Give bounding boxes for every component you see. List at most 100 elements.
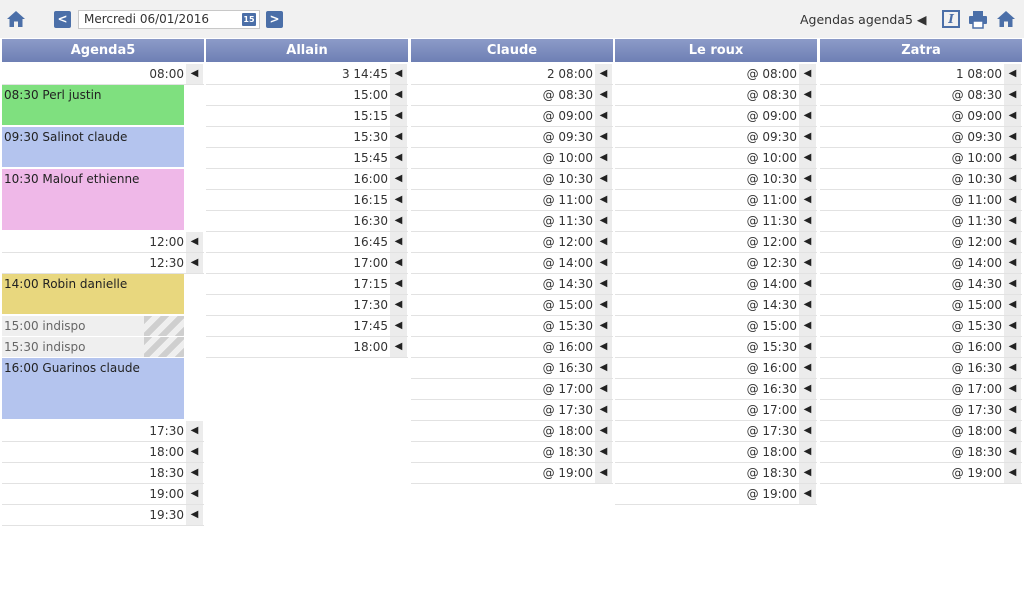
time-slot[interactable]: @ 18:00 ◀ [820, 421, 1022, 442]
slot-arrow-icon[interactable]: ◀ [390, 316, 407, 336]
slot-arrow-icon[interactable]: ◀ [390, 211, 407, 231]
slot-arrow-icon[interactable]: ◀ [799, 337, 816, 357]
slot-time[interactable]: 19:30 [149, 508, 184, 522]
time-slot[interactable]: @ 08:30 ◀ [411, 85, 613, 106]
slot-time[interactable]: @ 09:30 [952, 130, 1002, 144]
slot-arrow-icon[interactable]: ◀ [595, 148, 612, 168]
slot-arrow-icon[interactable]: ◀ [1004, 211, 1021, 231]
slot-time[interactable]: @ 11:00 [543, 193, 593, 207]
slot-time[interactable]: @ 10:30 [543, 172, 593, 186]
slot-time[interactable]: @ 17:00 [543, 382, 593, 396]
slot-time[interactable]: @ 15:30 [543, 319, 593, 333]
time-slot[interactable]: @ 11:30 ◀ [820, 211, 1022, 232]
slot-time[interactable]: @ 16:30 [952, 361, 1002, 375]
slot-time[interactable]: @ 14:30 [747, 298, 797, 312]
slot-arrow-icon[interactable]: ◀ [1004, 316, 1021, 336]
slot-time[interactable]: 17:15 [353, 277, 388, 291]
slot-arrow-icon[interactable]: ◀ [390, 337, 407, 357]
slot-arrow-icon[interactable]: ◀ [799, 148, 816, 168]
time-slot[interactable]: 15:30 ◀ [206, 127, 408, 148]
slot-arrow-icon[interactable]: ◀ [799, 379, 816, 399]
time-slot[interactable]: @ 14:30 ◀ [411, 274, 613, 295]
time-slot[interactable]: 15:45 ◀ [206, 148, 408, 169]
slot-arrow-icon[interactable]: ◀ [390, 148, 407, 168]
time-slot[interactable]: @ 11:00 ◀ [411, 190, 613, 211]
slot-arrow-icon[interactable]: ◀ [595, 274, 612, 294]
slot-time[interactable]: 17:45 [353, 319, 388, 333]
slot-arrow-icon[interactable]: ◀ [186, 463, 203, 483]
time-slot[interactable]: @ 15:00 ◀ [820, 295, 1022, 316]
slot-time[interactable]: @ 10:00 [747, 151, 797, 165]
slot-time[interactable]: @ 19:00 [952, 466, 1002, 480]
time-slot[interactable]: @ 11:00 ◀ [820, 190, 1022, 211]
date-field[interactable]: Mercredi 06/01/2016 15 [78, 10, 260, 29]
slot-time[interactable]: @ 12:30 [747, 256, 797, 270]
slot-arrow-icon[interactable]: ◀ [595, 337, 612, 357]
slot-time[interactable]: @ 14:00 [952, 256, 1002, 270]
slot-arrow-icon[interactable]: ◀ [1004, 442, 1021, 462]
slot-arrow-icon[interactable]: ◀ [799, 358, 816, 378]
slot-arrow-icon[interactable]: ◀ [799, 295, 816, 315]
time-slot[interactable]: 16:00 ◀ [206, 169, 408, 190]
slot-time[interactable]: 15:15 [353, 109, 388, 123]
slot-arrow-icon[interactable]: ◀ [1004, 337, 1021, 357]
slot-arrow-icon[interactable]: ◀ [186, 442, 203, 462]
time-slot[interactable]: @ 10:00 ◀ [820, 148, 1022, 169]
slot-time[interactable]: @ 14:00 [543, 256, 593, 270]
slot-arrow-icon[interactable]: ◀ [1004, 106, 1021, 126]
slot-time[interactable]: @ 09:30 [747, 130, 797, 144]
slot-time[interactable]: 15:00 [353, 88, 388, 102]
time-slot[interactable]: @ 14:30 ◀ [615, 295, 817, 316]
slot-time[interactable]: @ 08:00 [747, 67, 797, 81]
slot-time[interactable]: @ 17:00 [747, 403, 797, 417]
slot-arrow-icon[interactable]: ◀ [595, 421, 612, 441]
time-slot[interactable]: 17:00 ◀ [206, 253, 408, 274]
home-icon[interactable] [6, 9, 26, 29]
slot-time[interactable]: @ 10:30 [952, 172, 1002, 186]
time-slot[interactable]: @ 09:00 ◀ [615, 106, 817, 127]
slot-time[interactable]: @ 17:30 [747, 424, 797, 438]
time-slot[interactable]: @ 18:30 ◀ [820, 442, 1022, 463]
slot-arrow-icon[interactable]: ◀ [390, 85, 407, 105]
slot-time[interactable]: @ 09:00 [747, 109, 797, 123]
time-slot[interactable]: @ 15:30 ◀ [411, 316, 613, 337]
agendas-selector[interactable]: Agendas agenda5 ◀ [800, 12, 927, 27]
slot-arrow-icon[interactable]: ◀ [595, 190, 612, 210]
time-slot[interactable]: @ 10:30 ◀ [820, 169, 1022, 190]
time-slot[interactable]: @ 10:00 ◀ [615, 148, 817, 169]
slot-time[interactable]: @ 11:30 [543, 214, 593, 228]
slot-time[interactable]: @ 08:30 [543, 88, 593, 102]
time-slot[interactable]: @ 10:00 ◀ [411, 148, 613, 169]
time-slot[interactable]: @ 17:30 ◀ [820, 400, 1022, 421]
time-slot[interactable]: @ 15:30 ◀ [820, 316, 1022, 337]
print-icon[interactable] [968, 10, 988, 29]
slot-time[interactable]: @ 12:00 [747, 235, 797, 249]
time-slot[interactable]: @ 19:00 ◀ [820, 463, 1022, 484]
slot-time[interactable]: 16:45 [353, 235, 388, 249]
slot-time[interactable]: @ 18:00 [952, 424, 1002, 438]
slot-arrow-icon[interactable]: ◀ [595, 463, 612, 483]
slot-arrow-icon[interactable]: ◀ [1004, 379, 1021, 399]
time-slot[interactable]: @ 14:30 ◀ [820, 274, 1022, 295]
slot-arrow-icon[interactable]: ◀ [799, 274, 816, 294]
slot-time[interactable]: @ 11:00 [747, 193, 797, 207]
time-slot[interactable]: @ 17:30 ◀ [411, 400, 613, 421]
appointment[interactable]: 10:30 Malouf ethienne [2, 169, 184, 231]
slot-arrow-icon[interactable]: ◀ [799, 463, 816, 483]
slot-time[interactable]: @ 18:00 [543, 424, 593, 438]
slot-arrow-icon[interactable]: ◀ [595, 127, 612, 147]
slot-arrow-icon[interactable]: ◀ [390, 232, 407, 252]
next-day-button[interactable]: > [266, 11, 283, 28]
slot-time[interactable]: @ 11:30 [952, 214, 1002, 228]
slot-arrow-icon[interactable]: ◀ [186, 505, 203, 525]
slot-arrow-icon[interactable]: ◀ [390, 127, 407, 147]
time-slot[interactable]: @ 10:30 ◀ [411, 169, 613, 190]
slot-arrow-icon[interactable]: ◀ [186, 232, 203, 252]
appointment[interactable]: 16:00 Guarinos claude [2, 358, 184, 420]
slot-arrow-icon[interactable]: ◀ [1004, 190, 1021, 210]
time-slot[interactable]: 17:30 ◀ [2, 421, 204, 442]
slot-arrow-icon[interactable]: ◀ [595, 211, 612, 231]
slot-arrow-icon[interactable]: ◀ [799, 400, 816, 420]
time-slot[interactable]: @ 12:00 ◀ [411, 232, 613, 253]
slot-arrow-icon[interactable]: ◀ [186, 64, 203, 84]
